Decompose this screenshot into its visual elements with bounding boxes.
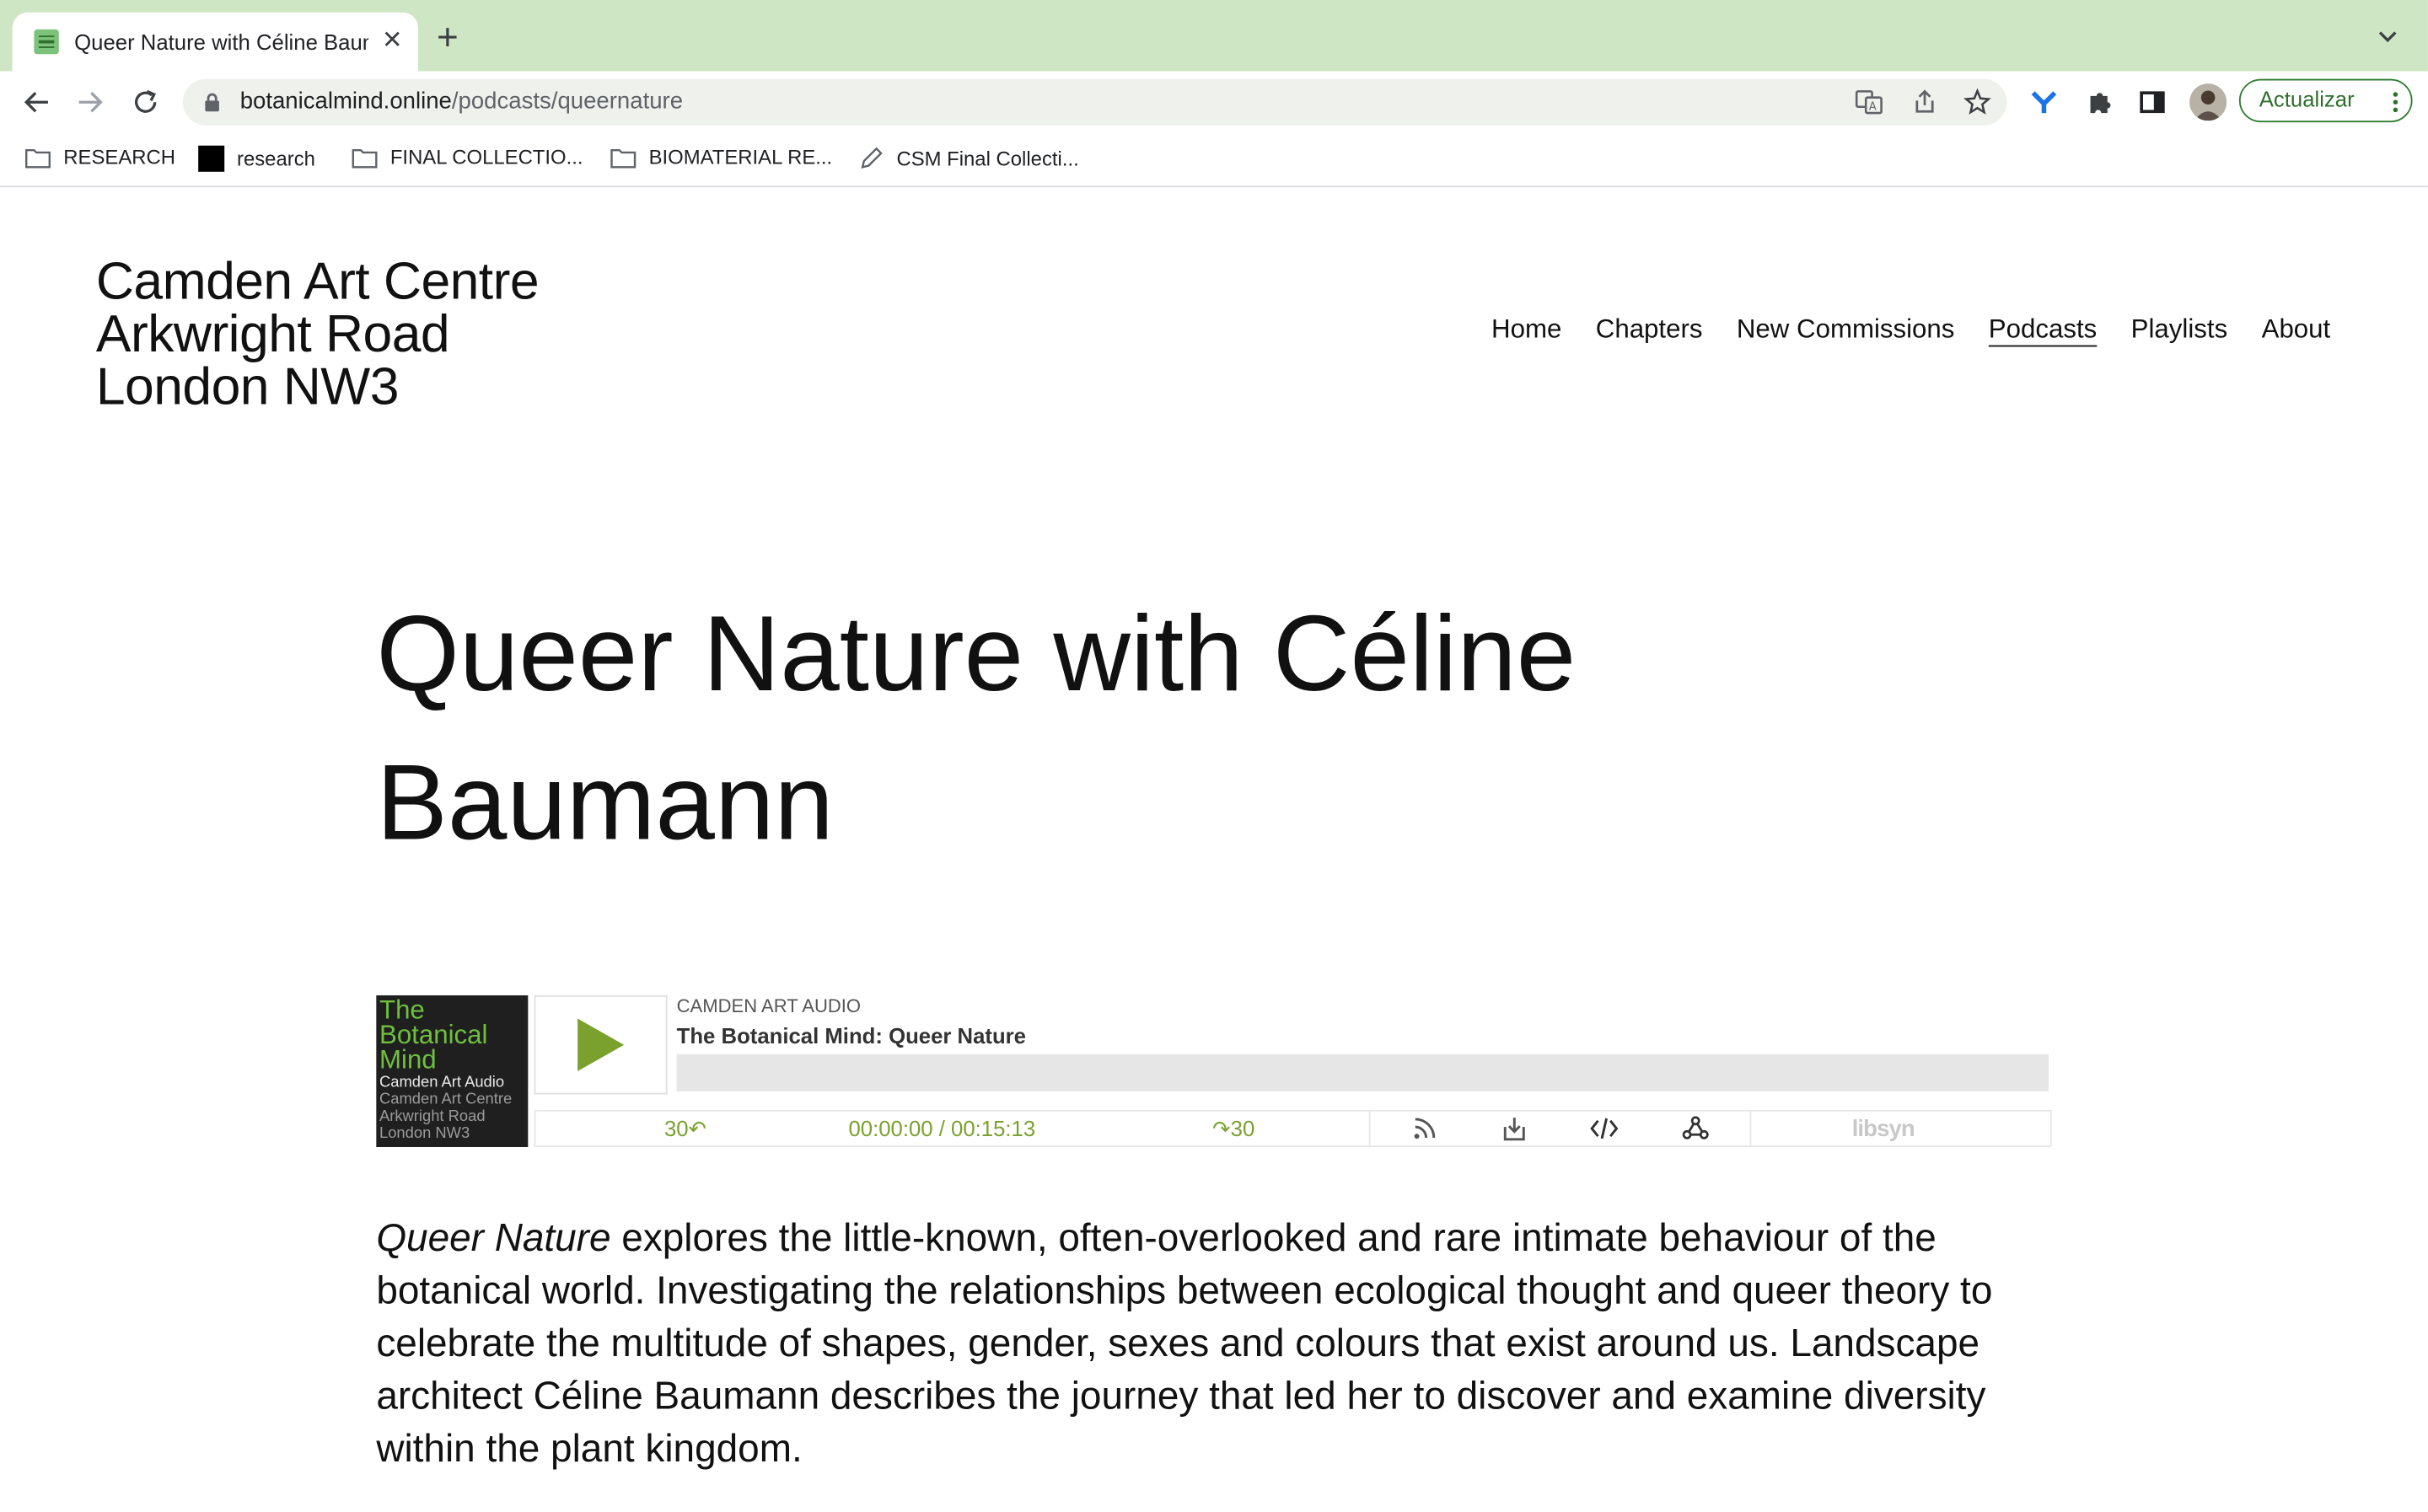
episode-title: The Botanical Mind: Queer Nature	[676, 1023, 1026, 1048]
podcast-player: The Botanical Mind Camden Art Audio Camd…	[376, 995, 2052, 1147]
close-tab-icon[interactable]: ✕	[382, 26, 403, 57]
cover-address: Camden Art Centre Arkwright Road London …	[379, 1091, 513, 1143]
bookmark-final-collection[interactable]: FINAL COLLECTIO...	[352, 146, 583, 169]
url-text: botanicalmind.online/podcasts/queernatur…	[239, 88, 684, 115]
browser-toolbar: botanicalmind.online/podcasts/queernatur…	[0, 71, 2428, 133]
back-icon[interactable]	[15, 81, 58, 124]
play-button[interactable]	[534, 995, 668, 1095]
time-display: 00:00:00 / 00:15:13	[848, 1116, 1036, 1141]
progress-bar[interactable]	[676, 1054, 2049, 1091]
nav-podcasts[interactable]: Podcasts	[1989, 314, 2097, 346]
tab-title: Queer Nature with Céline Baumann	[74, 29, 368, 55]
tab-search-chevron-icon[interactable]	[2375, 24, 2399, 48]
forward-icon[interactable]	[68, 81, 111, 124]
rss-icon[interactable]	[1410, 1114, 1438, 1142]
cover-title: The Botanical Mind	[379, 995, 488, 1075]
tab-strip: Queer Nature with Céline Baumann ✕ +	[0, 0, 2428, 72]
player-controls: 30↶ 00:00:00 / 00:15:13 ↷30 libsyn	[534, 1109, 2052, 1147]
rewind-30-button[interactable]: 30↶	[664, 1116, 706, 1142]
site-nav: Home Chapters New Commissions Podcasts P…	[1491, 314, 2330, 346]
share-network-icon[interactable]	[1682, 1114, 1710, 1142]
update-button[interactable]: Actualizar	[2238, 78, 2413, 123]
bookmark-research[interactable]: research	[198, 145, 315, 172]
profile-avatar[interactable]	[2189, 83, 2227, 121]
embed-code-icon[interactable]	[1590, 1114, 1619, 1142]
description-italic-title: Queer Nature	[376, 1216, 611, 1261]
site-favicon-icon	[34, 29, 59, 55]
extensions-puzzle-icon[interactable]	[2084, 87, 2115, 118]
forward-30-button[interactable]: ↷30	[1212, 1116, 1254, 1142]
update-label: Actualizar	[2259, 86, 2355, 112]
bookmark-csm-final[interactable]: CSM Final Collecti...	[858, 146, 1079, 172]
lock-icon	[205, 93, 219, 112]
browser-tab[interactable]: Queer Nature with Céline Baumann ✕	[12, 12, 418, 72]
description-text: explores the little-known, often-overloo…	[376, 1216, 1993, 1471]
controls-divider	[1368, 1111, 1371, 1146]
cover-subtitle: Camden Art Audio	[379, 1074, 505, 1091]
nav-about[interactable]: About	[2262, 314, 2331, 346]
new-tab-icon[interactable]: +	[437, 19, 459, 57]
address-bar[interactable]: botanicalmind.online/podcasts/queernatur…	[182, 78, 2007, 126]
share-icon[interactable]	[1910, 88, 1938, 116]
site-title-line: Arkwright Road	[95, 304, 450, 364]
extension-y-icon[interactable]	[2028, 87, 2060, 118]
nav-new-commissions[interactable]: New Commissions	[1737, 314, 1955, 346]
reload-icon[interactable]	[124, 81, 167, 124]
bookmark-biomaterial[interactable]: BIOMATERIAL RE...	[610, 146, 832, 169]
nav-chapters[interactable]: Chapters	[1596, 314, 1703, 346]
controls-divider	[1749, 1111, 1752, 1146]
bookmarks-bar: RESEARCH research FINAL COLLECTIO... BIO…	[0, 132, 2428, 188]
pencil-icon	[861, 147, 883, 169]
black-square-icon	[198, 145, 225, 172]
translate-icon[interactable]: A	[1855, 88, 1883, 116]
folder-icon	[25, 148, 51, 168]
more-menu-icon	[2393, 92, 2398, 113]
play-icon	[577, 1018, 625, 1071]
show-name: CAMDEN ART AUDIO	[676, 995, 862, 1017]
podcast-cover-art: The Botanical Mind Camden Art Audio Camd…	[376, 995, 529, 1147]
nav-playlists[interactable]: Playlists	[2131, 314, 2228, 346]
podcast-description: Queer Nature explores the little-known, …	[376, 1212, 2049, 1475]
svg-text:A: A	[1869, 100, 1877, 113]
folder-icon	[610, 148, 637, 168]
side-panel-icon[interactable]	[2137, 87, 2168, 118]
libsyn-logo[interactable]: libsyn	[1852, 1116, 1915, 1142]
site-title-line: Camden Art Centre	[95, 252, 540, 312]
site-title[interactable]: Camden Art Centre Arkwright Road London …	[95, 252, 540, 417]
site-title-line: London NW3	[95, 357, 400, 417]
bookmark-research-folder[interactable]: RESEARCH	[24, 146, 175, 169]
page-title: Queer Nature with Céline Baumann	[376, 594, 1577, 863]
download-icon[interactable]	[1501, 1114, 1528, 1142]
nav-home[interactable]: Home	[1491, 314, 1561, 346]
folder-icon	[352, 148, 378, 168]
bookmark-star-icon[interactable]	[1963, 88, 1991, 116]
